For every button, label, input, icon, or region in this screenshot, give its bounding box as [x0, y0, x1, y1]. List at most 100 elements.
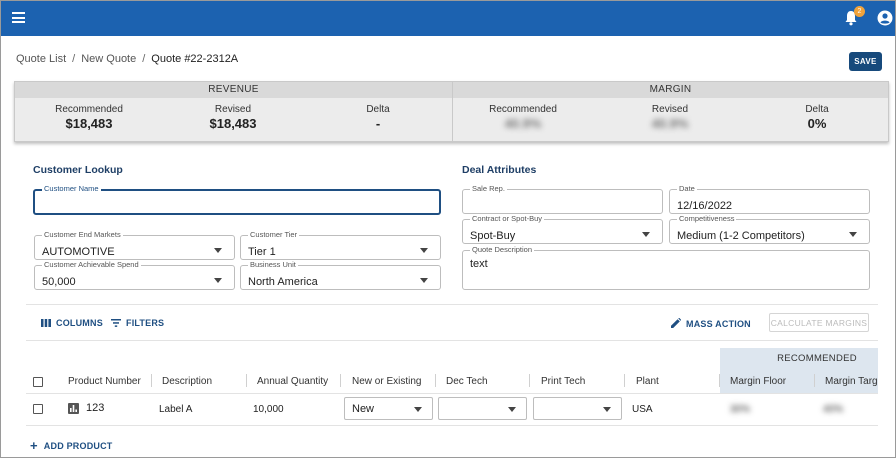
divider	[26, 393, 878, 394]
revenue-delta-value: -	[375, 116, 381, 131]
col-margin-target[interactable]: Margin Target	[825, 376, 878, 387]
customer-name-label: Customer Name	[42, 184, 101, 194]
chevron-down-icon	[420, 278, 428, 283]
column-separator	[719, 374, 720, 387]
account-icon[interactable]	[877, 10, 893, 26]
margin-recommended-label: Recommended	[489, 104, 557, 115]
col-print-tech[interactable]: Print Tech	[541, 376, 585, 387]
quote-description-field[interactable]: Quote Description text	[462, 245, 870, 290]
columns-button[interactable]: COLUMNS	[41, 318, 103, 328]
customer-end-markets-value: AUTOMOTIVE	[42, 246, 115, 258]
print-tech-select[interactable]	[533, 397, 622, 420]
margin-delta-label: Delta	[805, 104, 829, 115]
breadcrumb-quote-list[interactable]: Quote List	[16, 53, 66, 65]
chevron-down-icon	[508, 407, 516, 412]
cell-description: Label A	[159, 404, 193, 415]
add-product-label: ADD PRODUCT	[43, 441, 113, 451]
customer-tier-value: Tier 1	[248, 246, 276, 258]
business-unit-value: North America	[248, 276, 318, 288]
select-all-checkbox[interactable]	[33, 377, 43, 387]
chevron-down-icon	[603, 407, 611, 412]
customer-spend-select[interactable]: Customer Achievable Spend 50,000	[34, 260, 235, 290]
add-product-button[interactable]: + ADD PRODUCT	[30, 438, 113, 453]
chevron-down-icon	[214, 248, 222, 253]
summary-divider	[452, 82, 453, 143]
quote-description-value: text	[470, 258, 488, 270]
col-plant[interactable]: Plant	[636, 376, 659, 387]
date-label: Date	[677, 184, 697, 194]
competitiveness-label: Competitiveness	[677, 214, 737, 224]
margin-delta-value: 0%	[807, 116, 827, 131]
revenue-recommended-value: $18,483	[65, 116, 113, 131]
divider	[26, 425, 878, 426]
row-checkbox[interactable]	[33, 404, 43, 414]
col-dec-tech[interactable]: Dec Tech	[446, 376, 488, 387]
competitiveness-select[interactable]: Competitiveness Medium (1-2 Competitors)	[669, 214, 870, 244]
contract-select[interactable]: Contract or Spot-Buy Spot-Buy	[462, 214, 663, 244]
customer-spend-label: Customer Achievable Spend	[42, 260, 141, 270]
columns-label: COLUMNS	[56, 318, 103, 328]
margin-recommended-value: 40.9%	[504, 116, 542, 131]
cell-annual-quantity: 10,000	[253, 404, 284, 415]
customer-tier-label: Customer Tier	[248, 230, 300, 240]
notification-badge: 2	[854, 6, 865, 17]
chevron-down-icon	[414, 407, 422, 412]
mass-action-label: MASS ACTION	[686, 319, 751, 329]
column-separator	[814, 374, 815, 387]
chevron-down-icon	[642, 232, 650, 237]
margin-header: MARGIN	[453, 82, 888, 98]
col-margin-floor[interactable]: Margin Floor	[730, 376, 786, 387]
customer-name-field[interactable]: Customer Name	[33, 184, 441, 215]
customer-spend-value: 50,000	[42, 276, 76, 288]
breadcrumb-current-quote: Quote #22-2312A	[151, 53, 239, 65]
filter-icon	[111, 319, 121, 327]
columns-icon	[41, 319, 51, 327]
bar-chart-icon[interactable]	[68, 403, 79, 414]
contract-value: Spot-Buy	[470, 230, 516, 242]
new-or-existing-value: New	[352, 403, 375, 415]
contract-label: Contract or Spot-Buy	[470, 214, 545, 224]
customer-tier-select[interactable]: Customer Tier Tier 1	[240, 230, 441, 260]
cell-margin-floor: 30%	[730, 404, 751, 415]
revenue-recommended-label: Recommended	[55, 104, 123, 115]
column-separator	[340, 374, 341, 387]
app-bar: 2	[1, 1, 895, 36]
sale-rep-label: Sale Rep.	[470, 184, 507, 194]
sale-rep-field[interactable]: Sale Rep.	[462, 184, 663, 214]
col-new-or-existing[interactable]: New or Existing	[352, 376, 421, 387]
deal-attributes-title: Deal Attributes	[462, 164, 537, 176]
cell-margin-target: 40%	[823, 404, 844, 415]
column-separator	[246, 374, 247, 387]
competitiveness-value: Medium (1-2 Competitors)	[677, 230, 805, 242]
save-button[interactable]: SAVE	[849, 52, 882, 71]
breadcrumb: Quote List / New Quote / Quote #22-2312A	[16, 53, 239, 65]
filters-button[interactable]: FILTERS	[111, 318, 164, 328]
col-product-number[interactable]: Product Number	[68, 376, 141, 387]
customer-end-markets-select[interactable]: Customer End Markets AUTOMOTIVE	[34, 230, 235, 260]
new-or-existing-select[interactable]: New	[344, 397, 433, 420]
recommended-group-header: RECOMMENDED	[777, 353, 857, 364]
date-field[interactable]: Date 12/16/2022	[669, 184, 870, 214]
summary-panel: REVENUE MARGIN Recommended $18,483 Revis…	[14, 81, 889, 143]
customer-end-markets-label: Customer End Markets	[42, 230, 123, 240]
chevron-down-icon	[420, 248, 428, 253]
column-separator	[529, 374, 530, 387]
revenue-revised-label: Revised	[214, 104, 252, 115]
revenue-revised-value: $18,483	[209, 116, 257, 131]
breadcrumb-new-quote[interactable]: New Quote	[81, 53, 136, 65]
mass-action-button[interactable]: MASS ACTION	[671, 317, 751, 329]
plus-icon: +	[30, 438, 38, 453]
customer-lookup-title: Customer Lookup	[33, 164, 123, 176]
col-annual-quantity[interactable]: Annual Quantity	[257, 376, 328, 387]
cell-plant: USA	[632, 404, 653, 415]
business-unit-select[interactable]: Business Unit North America	[240, 260, 441, 290]
chevron-down-icon	[214, 278, 222, 283]
cell-product-number: 123	[86, 402, 105, 414]
calculate-margins-button[interactable]: CALCULATE MARGINS	[769, 313, 869, 332]
col-description[interactable]: Description	[162, 376, 212, 387]
dec-tech-select[interactable]	[438, 397, 527, 420]
divider	[26, 340, 878, 341]
revenue-delta-label: Delta	[366, 104, 390, 115]
menu-icon[interactable]	[12, 12, 25, 23]
business-unit-label: Business Unit	[248, 260, 298, 270]
